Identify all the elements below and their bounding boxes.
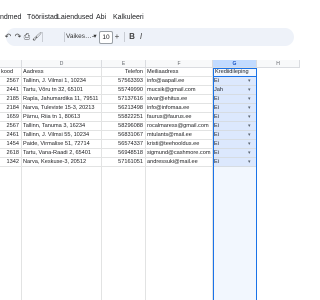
cell-phone[interactable]: 57137616 bbox=[102, 95, 146, 104]
cell-email[interactable]: andressuki@mail.ee bbox=[146, 158, 213, 167]
cell-email[interactable]: rocalmaress@gmail.com bbox=[146, 122, 213, 131]
cell-code[interactable]: 2567 bbox=[0, 77, 22, 86]
menu-item-calculate[interactable]: Kalkuleeri bbox=[113, 11, 144, 25]
column-header-c[interactable] bbox=[0, 60, 22, 68]
undo-icon[interactable]: ↶ bbox=[4, 31, 12, 43]
cell-phone[interactable]: 56831067 bbox=[102, 131, 146, 140]
font-size-decrease-button[interactable]: − bbox=[90, 31, 98, 43]
cell-address[interactable]: Paide, Virmalise 51, 72714 bbox=[22, 140, 102, 149]
cell-address[interactable]: Rapla, Jahumardika 11, 79511 bbox=[22, 95, 102, 104]
cell-phone[interactable]: 57161051 bbox=[102, 158, 146, 167]
cell-email[interactable]: sigmund@cashmore.com bbox=[146, 149, 213, 158]
spreadsheet-grid: D E F G H kood Aadress Telefon Meiliaadress… bbox=[0, 60, 300, 300]
column-header-g[interactable]: G bbox=[213, 60, 257, 68]
cell-address[interactable]: Tallinn, Tanuma 3, 16234 bbox=[22, 122, 102, 131]
cell-email[interactable]: kristi@teehooldus.ee bbox=[146, 140, 213, 149]
cell-address[interactable]: Tallinn, J. Vilmsi 1, 10234 bbox=[22, 77, 102, 86]
cell-address[interactable]: Narva, Tuleviste 15-3, 20213 bbox=[22, 104, 102, 113]
italic-button[interactable]: I bbox=[137, 31, 145, 43]
cell-phone[interactable]: 56213498 bbox=[102, 104, 146, 113]
menu-item-data[interactable]: ndmed bbox=[0, 11, 21, 25]
toolbar-divider bbox=[42, 32, 43, 42]
grid-line bbox=[212, 68, 213, 300]
grid-line bbox=[101, 68, 102, 300]
toolbar-divider bbox=[124, 32, 125, 42]
header-cell-email[interactable]: Meiliaadress bbox=[146, 68, 213, 77]
cell-address[interactable]: Narva, Keskuse-3, 20512 bbox=[22, 158, 102, 167]
cell-address[interactable]: Pärnu, Riia tn 1, 80613 bbox=[22, 113, 102, 122]
cell-code[interactable]: 1659 bbox=[0, 113, 22, 122]
cell-code[interactable]: 1454 bbox=[0, 140, 22, 149]
cell-code[interactable]: 2184 bbox=[0, 104, 22, 113]
column-header-f[interactable]: F bbox=[146, 60, 213, 68]
cell-address[interactable]: Tallinn, J. Vilmsi 55, 10234 bbox=[22, 131, 102, 140]
cell-email[interactable]: mucsik@gmail.com bbox=[146, 86, 213, 95]
redo-icon[interactable]: ↷ bbox=[14, 31, 22, 43]
grid-line bbox=[21, 68, 22, 300]
toolbar: ↶ ↷ ⎙ 🖌 Vaikes… ▾ − 10 + B I bbox=[4, 28, 294, 46]
cell-code[interactable]: 2185 bbox=[0, 95, 22, 104]
grid-line bbox=[145, 68, 146, 300]
cell-phone[interactable]: 57563393 bbox=[102, 77, 146, 86]
cell-email[interactable]: sivar@ehitus.ee bbox=[146, 95, 213, 104]
column-header-e[interactable]: E bbox=[102, 60, 146, 68]
bold-button[interactable]: B bbox=[128, 31, 136, 43]
column-header-d[interactable]: D bbox=[22, 60, 102, 68]
cell-email[interactable]: faurus@faurus.ee bbox=[146, 113, 213, 122]
header-cell-phone[interactable]: Telefon bbox=[102, 68, 146, 77]
cell-email[interactable]: info@infomaa.ee bbox=[146, 104, 213, 113]
grid-line bbox=[256, 68, 257, 300]
header-cell-credit[interactable]: Krediidileping bbox=[213, 68, 257, 77]
cell-phone[interactable]: 55749990 bbox=[102, 86, 146, 95]
cell-phone[interactable]: 55822251 bbox=[102, 113, 146, 122]
cell-phone[interactable]: 56948518 bbox=[102, 149, 146, 158]
font-size-increase-button[interactable]: + bbox=[113, 31, 121, 43]
cell-code[interactable]: 2461 bbox=[0, 131, 22, 140]
cell-code[interactable]: 2567 bbox=[0, 122, 22, 131]
toolbar-divider bbox=[64, 32, 65, 42]
cell-email[interactable]: info@aapall.ee bbox=[146, 77, 213, 86]
cell-phone[interactable]: 58296088 bbox=[102, 122, 146, 131]
font-size-input[interactable]: 10 bbox=[99, 31, 113, 44]
cell-code[interactable]: 2441 bbox=[0, 86, 22, 95]
menu-item-help[interactable]: Abi bbox=[96, 11, 106, 25]
cell-address[interactable]: Tartu, Vana-Raadi 2, 65401 bbox=[22, 149, 102, 158]
cell-address[interactable]: Tartu, Võru tn 32, 65101 bbox=[22, 86, 102, 95]
menu-bar: ndmed Tööriistad Laiendused Abi Kalkulee… bbox=[0, 11, 300, 25]
header-cell-code[interactable]: kood bbox=[0, 68, 22, 77]
cell-email[interactable]: mtulants@mail.ee bbox=[146, 131, 213, 140]
paint-format-icon[interactable]: 🖌 bbox=[32, 31, 42, 43]
column-header-h[interactable]: H bbox=[257, 60, 300, 68]
header-cell-address[interactable]: Aadress bbox=[22, 68, 102, 77]
cell-code[interactable]: 2618 bbox=[0, 149, 22, 158]
print-icon[interactable]: ⎙ bbox=[23, 31, 31, 43]
menu-item-tools[interactable]: Tööriistad bbox=[27, 11, 58, 25]
cell-code[interactable]: 1342 bbox=[0, 158, 22, 167]
menu-item-extensions[interactable]: Laiendused bbox=[57, 11, 93, 25]
cell-phone[interactable]: 56574337 bbox=[102, 140, 146, 149]
